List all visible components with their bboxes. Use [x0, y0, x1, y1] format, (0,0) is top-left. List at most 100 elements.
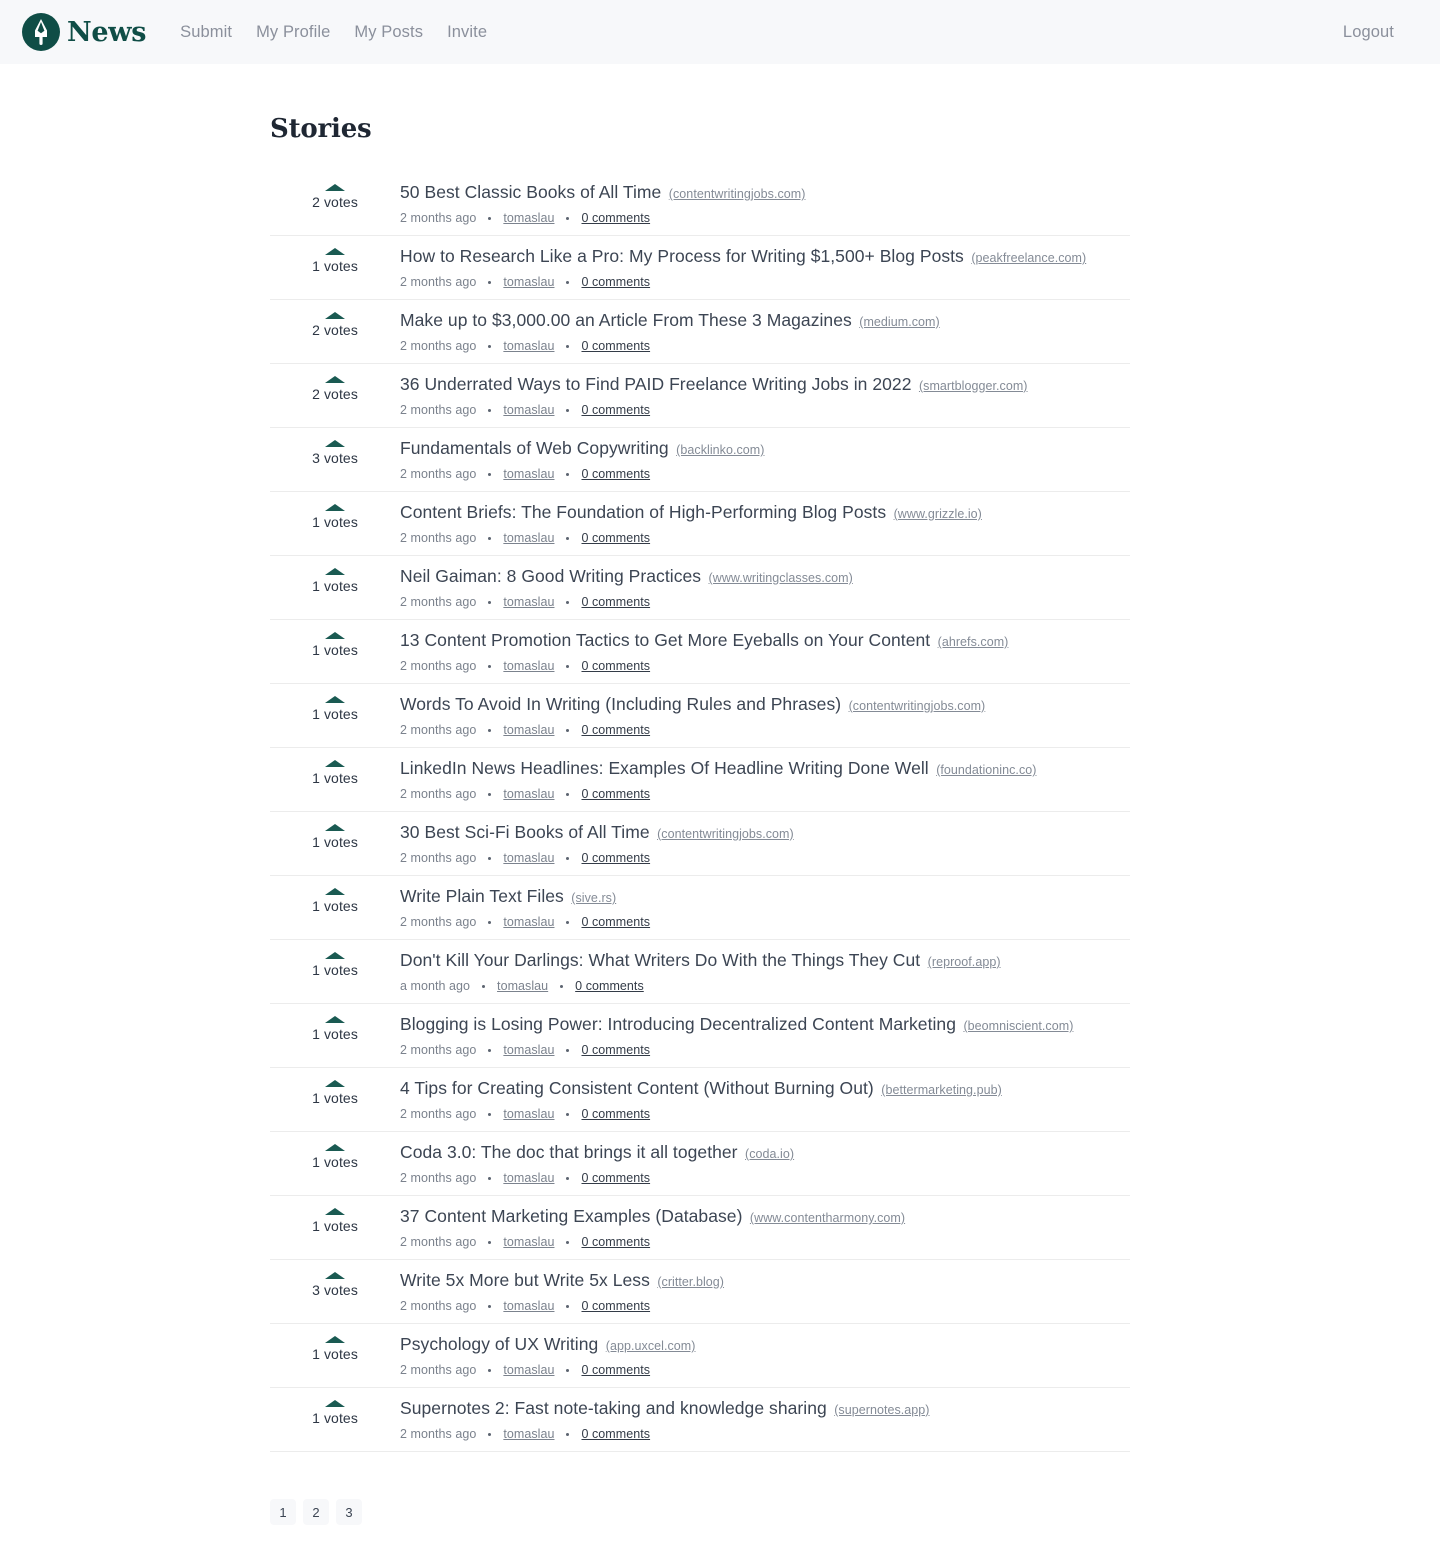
story-author-link[interactable]: tomaslau	[503, 787, 554, 801]
story-author-link[interactable]: tomaslau	[503, 659, 554, 673]
story-author-link[interactable]: tomaslau	[503, 1299, 554, 1313]
story-domain-link[interactable]: (ahrefs.com)	[938, 635, 1009, 649]
story-comments-link[interactable]: 0 comments	[581, 659, 650, 673]
story-author-link[interactable]: tomaslau	[503, 1363, 554, 1377]
upvote-button[interactable]	[325, 1080, 345, 1087]
story-title-link[interactable]: 30 Best Sci-Fi Books of All Time	[400, 822, 650, 842]
story-title-link[interactable]: Coda 3.0: The doc that brings it all tog…	[400, 1142, 738, 1162]
story-title-link[interactable]: Make up to $3,000.00 an Article From The…	[400, 310, 852, 330]
story-title-link[interactable]: Content Briefs: The Foundation of High-P…	[400, 502, 886, 522]
story-title-link[interactable]: Supernotes 2: Fast note-taking and knowl…	[400, 1398, 827, 1418]
story-title-link[interactable]: Neil Gaiman: 8 Good Writing Practices	[400, 566, 701, 586]
upvote-button[interactable]	[325, 1336, 345, 1343]
story-domain-link[interactable]: (critter.blog)	[657, 1275, 724, 1289]
story-domain-link[interactable]: (sive.rs)	[571, 891, 616, 905]
story-domain-link[interactable]: (www.grizzle.io)	[894, 507, 982, 521]
story-title-link[interactable]: Psychology of UX Writing	[400, 1334, 598, 1354]
story-domain-link[interactable]: (coda.io)	[745, 1147, 794, 1161]
story-comments-link[interactable]: 0 comments	[581, 403, 650, 417]
story-comments-link[interactable]: 0 comments	[581, 1363, 650, 1377]
upvote-button[interactable]	[325, 1016, 345, 1023]
story-comments-link[interactable]: 0 comments	[581, 851, 650, 865]
upvote-button[interactable]	[325, 888, 345, 895]
story-comments-link[interactable]: 0 comments	[581, 1043, 650, 1057]
upvote-button[interactable]	[325, 248, 345, 255]
pagination-page-button[interactable]: 1	[270, 1499, 296, 1525]
story-comments-link[interactable]: 0 comments	[581, 211, 650, 225]
story-title-link[interactable]: Don't Kill Your Darlings: What Writers D…	[400, 950, 920, 970]
story-author-link[interactable]: tomaslau	[503, 467, 554, 481]
story-domain-link[interactable]: (app.uxcel.com)	[606, 1339, 696, 1353]
story-author-link[interactable]: tomaslau	[503, 1171, 554, 1185]
story-author-link[interactable]: tomaslau	[497, 979, 548, 993]
story-comments-link[interactable]: 0 comments	[581, 1107, 650, 1121]
story-title-link[interactable]: 4 Tips for Creating Consistent Content (…	[400, 1078, 874, 1098]
story-author-link[interactable]: tomaslau	[503, 1107, 554, 1121]
story-title-link[interactable]: Write Plain Text Files	[400, 886, 564, 906]
story-author-link[interactable]: tomaslau	[503, 1427, 554, 1441]
story-title-link[interactable]: 36 Underrated Ways to Find PAID Freelanc…	[400, 374, 912, 394]
story-title-link[interactable]: Blogging is Losing Power: Introducing De…	[400, 1014, 956, 1034]
story-comments-link[interactable]: 0 comments	[581, 339, 650, 353]
story-comments-link[interactable]: 0 comments	[581, 787, 650, 801]
upvote-button[interactable]	[325, 312, 345, 319]
story-author-link[interactable]: tomaslau	[503, 723, 554, 737]
upvote-button[interactable]	[325, 1208, 345, 1215]
story-domain-link[interactable]: (medium.com)	[859, 315, 939, 329]
story-title-link[interactable]: LinkedIn News Headlines: Examples Of Hea…	[400, 758, 929, 778]
story-title-link[interactable]: Fundamentals of Web Copywriting	[400, 438, 669, 458]
story-domain-link[interactable]: (smartblogger.com)	[919, 379, 1028, 393]
story-author-link[interactable]: tomaslau	[503, 275, 554, 289]
story-comments-link[interactable]: 0 comments	[581, 467, 650, 481]
story-comments-link[interactable]: 0 comments	[575, 979, 644, 993]
nav-item-my-posts[interactable]: My Posts	[354, 23, 423, 42]
story-author-link[interactable]: tomaslau	[503, 851, 554, 865]
story-domain-link[interactable]: (peakfreelance.com)	[971, 251, 1086, 265]
story-domain-link[interactable]: (www.contentharmony.com)	[750, 1211, 905, 1225]
story-comments-link[interactable]: 0 comments	[581, 595, 650, 609]
story-comments-link[interactable]: 0 comments	[581, 1171, 650, 1185]
pagination-page-button[interactable]: 2	[303, 1499, 329, 1525]
story-author-link[interactable]: tomaslau	[503, 403, 554, 417]
story-author-link[interactable]: tomaslau	[503, 595, 554, 609]
story-author-link[interactable]: tomaslau	[503, 1235, 554, 1249]
story-domain-link[interactable]: (bettermarketing.pub)	[881, 1083, 1002, 1097]
story-title-link[interactable]: How to Research Like a Pro: My Process f…	[400, 246, 964, 266]
story-domain-link[interactable]: (www.writingclasses.com)	[709, 571, 853, 585]
upvote-button[interactable]	[325, 1400, 345, 1407]
logout-link[interactable]: Logout	[1343, 23, 1394, 41]
upvote-button[interactable]	[325, 952, 345, 959]
upvote-button[interactable]	[325, 568, 345, 575]
upvote-button[interactable]	[325, 1272, 345, 1279]
story-domain-link[interactable]: (contentwritingjobs.com)	[657, 827, 794, 841]
pagination-page-button[interactable]: 3	[336, 1499, 362, 1525]
story-domain-link[interactable]: (foundationinc.co)	[936, 763, 1036, 777]
story-author-link[interactable]: tomaslau	[503, 1043, 554, 1057]
story-author-link[interactable]: tomaslau	[503, 531, 554, 545]
upvote-button[interactable]	[325, 824, 345, 831]
story-title-link[interactable]: Words To Avoid In Writing (Including Rul…	[400, 694, 841, 714]
story-title-link[interactable]: 37 Content Marketing Examples (Database)	[400, 1206, 742, 1226]
story-domain-link[interactable]: (contentwritingjobs.com)	[849, 699, 986, 713]
upvote-button[interactable]	[325, 376, 345, 383]
story-domain-link[interactable]: (backlinko.com)	[676, 443, 764, 457]
story-comments-link[interactable]: 0 comments	[581, 723, 650, 737]
story-comments-link[interactable]: 0 comments	[581, 1235, 650, 1249]
upvote-button[interactable]	[325, 504, 345, 511]
nav-item-invite[interactable]: Invite	[447, 23, 487, 42]
upvote-button[interactable]	[325, 696, 345, 703]
story-domain-link[interactable]: (reproof.app)	[928, 955, 1001, 969]
story-title-link[interactable]: Write 5x More but Write 5x Less	[400, 1270, 650, 1290]
brand-logo-link[interactable]: News	[22, 13, 146, 51]
story-domain-link[interactable]: (contentwritingjobs.com)	[669, 187, 806, 201]
upvote-button[interactable]	[325, 1144, 345, 1151]
story-comments-link[interactable]: 0 comments	[581, 1427, 650, 1441]
nav-item-my-profile[interactable]: My Profile	[256, 23, 330, 42]
story-author-link[interactable]: tomaslau	[503, 915, 554, 929]
upvote-button[interactable]	[325, 440, 345, 447]
nav-item-submit[interactable]: Submit	[180, 23, 232, 42]
upvote-button[interactable]	[325, 184, 345, 191]
story-title-link[interactable]: 13 Content Promotion Tactics to Get More…	[400, 630, 930, 650]
story-comments-link[interactable]: 0 comments	[581, 1299, 650, 1313]
story-domain-link[interactable]: (supernotes.app)	[834, 1403, 929, 1417]
